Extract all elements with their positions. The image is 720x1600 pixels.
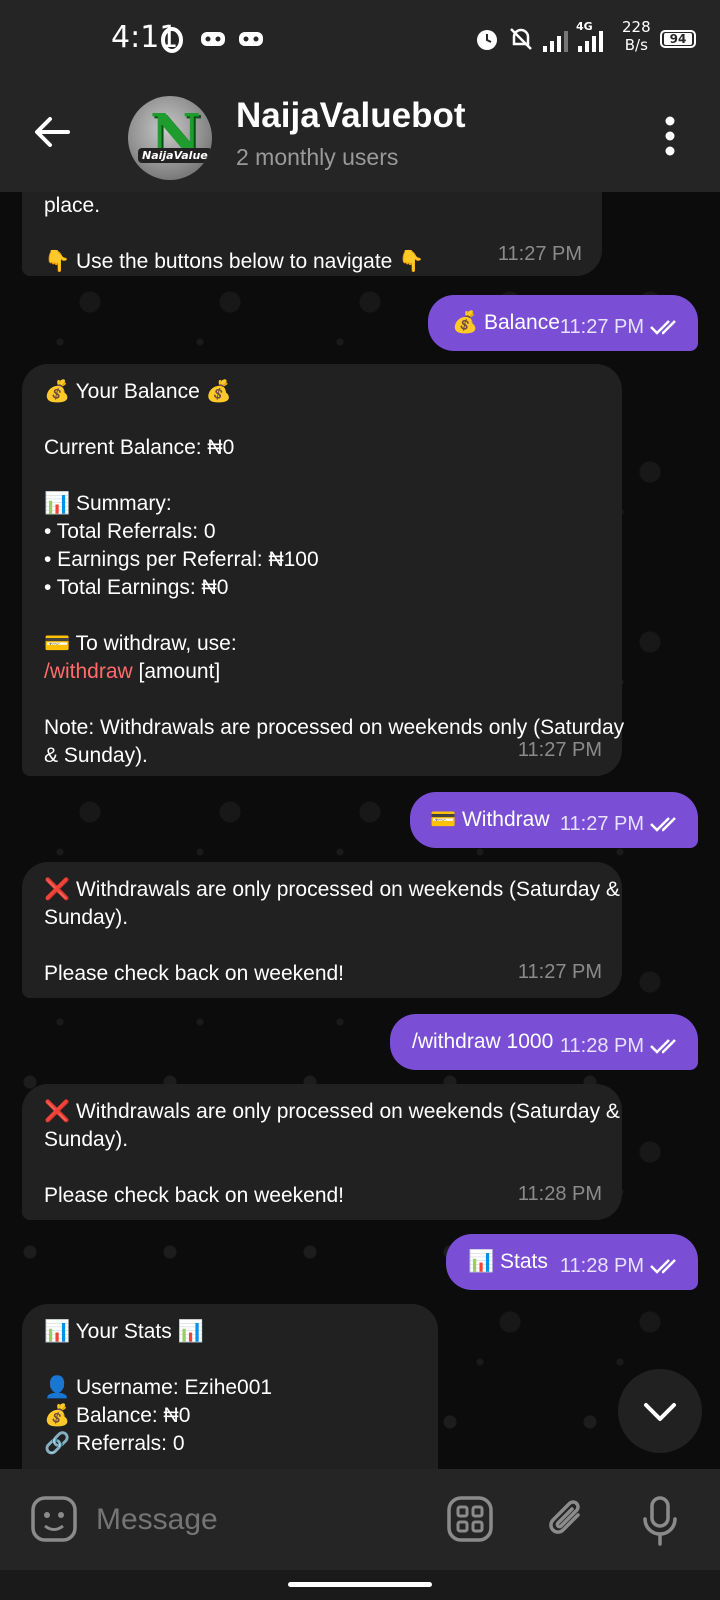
message-text: Current Balance: ₦0 [44, 436, 235, 459]
chat-area[interactable]: place. 👇 Use the buttons below to naviga… [0, 192, 720, 1469]
message-incoming[interactable]: ❌ Withdrawals are only processed on week… [22, 1084, 622, 1220]
alarm-icon [477, 30, 497, 50]
command-link[interactable]: /withdraw [44, 660, 133, 683]
double-check-icon [650, 1259, 676, 1274]
network-speed: 228 B/s [622, 18, 651, 54]
network-speed-unit: B/s [624, 36, 648, 54]
message-time: 11:28 PM [559, 1035, 644, 1057]
message-time: 11:28 PM [559, 1255, 644, 1277]
home-gesture-handle[interactable] [288, 1582, 432, 1587]
double-check-icon [650, 1039, 676, 1054]
bot-menu-icon[interactable] [446, 1495, 494, 1543]
message-text: • Total Referrals: 0 [44, 520, 216, 543]
double-check-icon [650, 817, 676, 832]
battery-icon: 94 [660, 30, 696, 48]
message-text: Sunday). [44, 1128, 129, 1151]
message-text: 🔗 Referrals: 0 [44, 1432, 185, 1455]
message-time: 11:28 PM [517, 1183, 602, 1205]
message-composer [0, 1469, 720, 1570]
status-bar: 4:11 4G 228 B/s 94 [0, 0, 720, 80]
avatar-brand: NaijaValue [138, 148, 212, 163]
circle-status-icon [161, 27, 183, 53]
message-meta: 11:28 PM [560, 1032, 682, 1060]
chat-header: N NaijaValue NaijaValuebot 2 monthly use… [0, 80, 720, 192]
message-outgoing[interactable]: 📊 Stats 11:28 PM [446, 1234, 698, 1290]
message-text: 💳 To withdraw, use: [44, 632, 237, 655]
message-outgoing[interactable]: /withdraw 1000 11:28 PM [390, 1014, 698, 1070]
message-meta: 11:28 PM [560, 1252, 682, 1280]
message-text: 📊 Summary: [44, 492, 172, 515]
back-arrow-icon[interactable] [34, 114, 70, 150]
message-text: 📊 Your Stats 📊 [44, 1320, 204, 1343]
gamepad-icon [201, 32, 225, 46]
system-nav-bar [0, 1570, 720, 1600]
message-text: Sunday). [44, 906, 129, 929]
chevron-down-icon [644, 1403, 676, 1421]
attachment-icon[interactable] [542, 1495, 590, 1543]
message-text: • Total Earnings: ₦0 [44, 576, 229, 599]
network-speed-value: 228 [622, 18, 651, 36]
bell-off-icon [510, 28, 532, 50]
avatar[interactable]: N NaijaValue [128, 96, 212, 180]
message-time: 11:27 PM [517, 961, 602, 983]
message-text: 👤 Username: Ezihe001 [44, 1376, 273, 1399]
scroll-to-bottom-button[interactable] [618, 1369, 702, 1453]
message-text: 💰 Balance: ₦0 [44, 1404, 191, 1427]
message-text: • Earnings per Referral: ₦100 [44, 548, 319, 571]
message-text: place. [44, 194, 101, 217]
message-outgoing[interactable]: 💰 Balance 11:27 PM [428, 295, 698, 351]
message-meta: 11:27 PM [560, 313, 682, 341]
message-text: /withdraw [amount] [44, 658, 602, 686]
message-time: 11:27 PM [497, 243, 582, 265]
battery-level: 94 [664, 33, 692, 46]
message-text: ❌ Withdrawals are only processed on week… [44, 878, 620, 901]
message-meta: 11:27 PM [560, 810, 682, 838]
signal-4g-icon [578, 31, 603, 52]
signal-icon [543, 31, 568, 52]
message-outgoing[interactable]: 💳 Withdraw 11:27 PM [410, 792, 698, 848]
message-incoming[interactable]: 💰 Your Balance 💰 Current Balance: ₦0 📊 S… [22, 364, 624, 776]
microphone-icon[interactable] [640, 1495, 680, 1547]
chat-title[interactable]: NaijaValuebot [236, 96, 466, 136]
more-options-icon[interactable] [664, 116, 676, 156]
message-text: 💰 Your Balance 💰 [44, 380, 232, 403]
message-text: ❌ Withdrawals are only processed on week… [44, 1100, 620, 1123]
message-time: 11:27 PM [559, 813, 644, 835]
sticker-emoji-icon[interactable] [30, 1495, 78, 1543]
message-time: 11:27 PM [559, 316, 644, 338]
message-time: 11:27 PM [517, 739, 602, 761]
gamepad-icon [239, 32, 263, 46]
message-incoming[interactable]: place. 👇 Use the buttons below to naviga… [22, 192, 602, 276]
command-arg: [amount] [132, 660, 221, 683]
message-incoming[interactable]: 📊 Your Stats 📊 👤 Username: Ezihe001 💰 Ba… [22, 1304, 438, 1469]
message-incoming[interactable]: ❌ Withdrawals are only processed on week… [22, 862, 622, 998]
message-input[interactable] [94, 1489, 418, 1551]
double-check-icon [650, 320, 676, 335]
chat-subtitle: 2 monthly users [236, 144, 399, 170]
